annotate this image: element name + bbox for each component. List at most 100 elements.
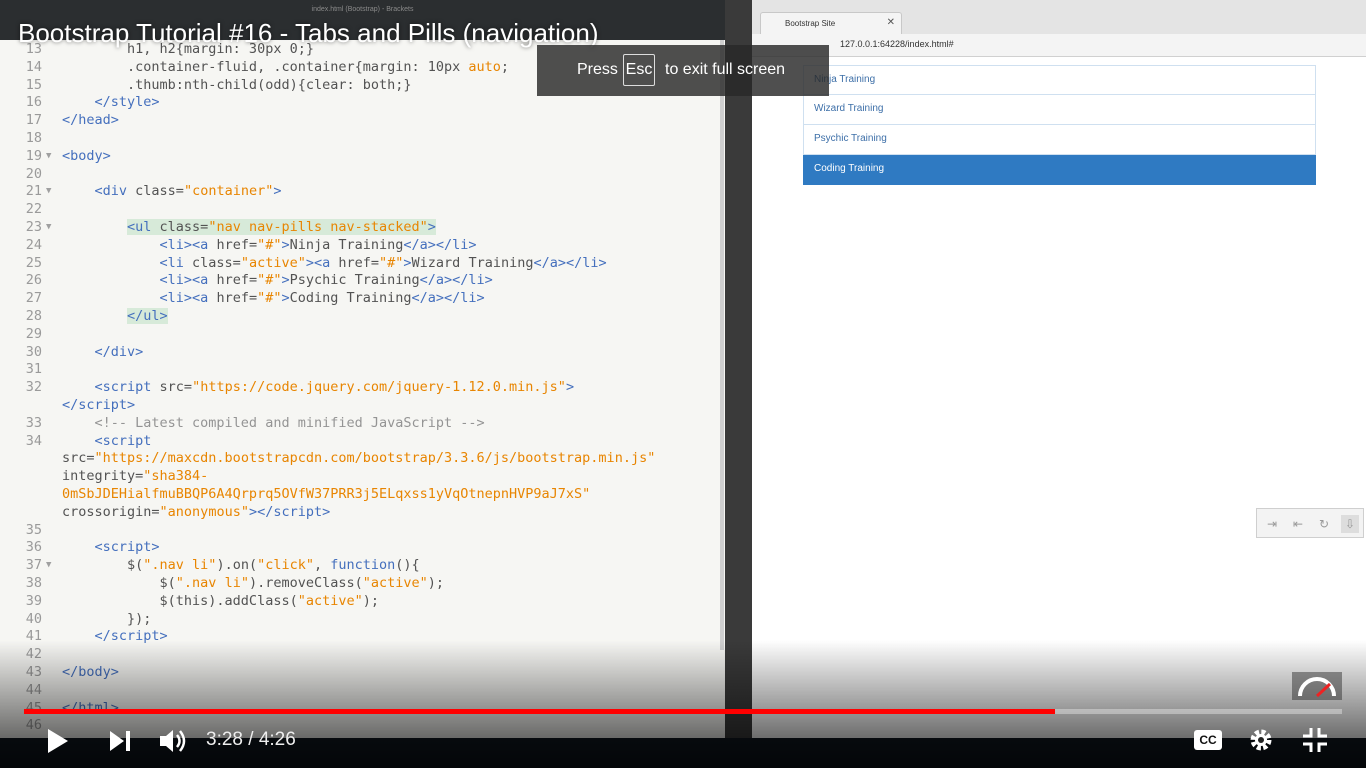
split-vertical-icon[interactable]: ⇤: [1289, 515, 1307, 533]
code-line[interactable]: 37 ▼ $(".nav li").on("click", function(){: [0, 556, 725, 574]
code-text: </ul>: [127, 308, 168, 324]
code-line[interactable]: 34 <script: [0, 432, 725, 450]
fold-toggle-icon[interactable]: ▼: [46, 556, 51, 574]
video-title: Bootstrap Tutorial #16 - Tabs and Pills …: [18, 18, 599, 48]
code-line[interactable]: src="https://maxcdn.bootstrapcdn.com/boo…: [0, 449, 725, 467]
time-display: 3:28 / 4:26: [206, 729, 296, 750]
progress-bar[interactable]: [24, 709, 1342, 714]
next-icon[interactable]: [108, 730, 132, 752]
code-text: <li class="active"><a href="#">Wizard Tr…: [62, 254, 607, 271]
line-number: 25: [25, 254, 42, 271]
code-text: <ul class="nav nav-pills nav-stacked">: [127, 219, 436, 235]
captions-button[interactable]: CC: [1194, 730, 1222, 750]
code-line[interactable]: 35: [0, 521, 725, 539]
fold-toggle-icon[interactable]: ▼: [46, 147, 51, 165]
player-controls: 3:28 / 4:26 CC: [0, 718, 1366, 764]
line-number: 18: [25, 130, 42, 146]
line-number: 21: [25, 183, 42, 200]
code-line[interactable]: 18: [0, 129, 725, 147]
code-line[interactable]: 26 <li><a href="#">Psychic Training</a><…: [0, 271, 725, 289]
code-line[interactable]: 17 </head>: [0, 111, 725, 129]
line-number: 28: [25, 308, 42, 324]
line-number: 14: [25, 58, 42, 75]
code-text: 0mSbJDEHialfmuBBQP6A4Qrprq5OVfW37PRR3j5E…: [62, 486, 591, 502]
code-line[interactable]: 32 <script src="https://code.jquery.com/…: [0, 378, 725, 396]
line-number: 23: [25, 219, 42, 235]
code-text: <li><a href="#">Ninja Training</a></li>: [62, 236, 477, 253]
play-icon[interactable]: [46, 728, 70, 754]
line-number: 38: [25, 575, 42, 591]
address-url[interactable]: 127.0.0.1:64228/index.html#: [840, 39, 954, 49]
code-line[interactable]: 23 ▼ <ul class="nav nav-pills nav-stacked…: [0, 218, 725, 236]
code-text: src="https://maxcdn.bootstrapcdn.com/boo…: [62, 450, 656, 467]
code-line[interactable]: 21 ▼ <div class="container">: [0, 182, 725, 200]
code-line[interactable]: 29: [0, 325, 725, 343]
editor-scrollbar[interactable]: [720, 40, 724, 650]
code-line[interactable]: 28 </ul>: [0, 307, 725, 325]
fold-toggle-icon[interactable]: ▼: [46, 182, 51, 200]
code-line[interactable]: 16 </style>: [0, 93, 725, 111]
code-line[interactable]: </script>: [0, 396, 725, 414]
code-line[interactable]: 27 <li><a href="#">Coding Training</a></…: [0, 289, 725, 307]
nav-pill-item[interactable]: Psychic Training: [803, 125, 1316, 155]
code-text: <li><a href="#">Psychic Training</a></li…: [62, 272, 493, 289]
code-line[interactable]: 40 });: [0, 610, 725, 628]
code-line[interactable]: crossorigin="anonymous"></script>: [0, 503, 725, 521]
code-text: });: [62, 610, 152, 627]
nav-pill-item[interactable]: Wizard Training: [803, 95, 1316, 125]
fullscreen-notice-text: to exit full screen: [665, 61, 786, 78]
progress-played: [24, 709, 1055, 714]
code-text: </div>: [62, 343, 144, 360]
split-horizontal-icon[interactable]: ⇥: [1263, 515, 1281, 533]
line-number: 40: [25, 610, 42, 627]
line-number: 32: [25, 379, 42, 396]
code-line[interactable]: 20: [0, 165, 725, 183]
browser-tab[interactable]: Bootstrap Site ✕: [760, 12, 902, 35]
line-number: 35: [25, 521, 42, 538]
code-line[interactable]: 22: [0, 200, 725, 218]
line-number: 30: [25, 343, 42, 360]
code-line[interactable]: 39 $(this).addClass("active");: [0, 592, 725, 610]
speedometer-icon[interactable]: [1292, 672, 1342, 700]
refresh-icon[interactable]: ↻: [1315, 515, 1333, 533]
code-line[interactable]: 38 $(".nav li").removeClass("active");: [0, 574, 725, 592]
download-icon[interactable]: ⇩: [1341, 515, 1359, 533]
browser-address-bar[interactable]: 127.0.0.1:64228/index.html#: [752, 34, 1366, 57]
code-text: .container-fluid, .container{margin: 10p…: [62, 58, 510, 75]
code-text: $(".nav li").removeClass("active");: [62, 575, 445, 591]
nav-pill-item[interactable]: Ninja Training: [803, 65, 1316, 95]
code-text: <body>: [62, 147, 111, 164]
code-text: <script src="https://code.jquery.com/jqu…: [62, 379, 575, 396]
settings-icon[interactable]: [1248, 727, 1274, 753]
close-icon[interactable]: ✕: [887, 17, 895, 28]
volume-icon[interactable]: [158, 727, 188, 755]
editor-window-title: index.html (Bootstrap) - Brackets: [311, 6, 414, 13]
code-line[interactable]: integrity="sha384-: [0, 467, 725, 485]
code-text: $(this).addClass("active");: [62, 592, 379, 609]
code-line[interactable]: 0mSbJDEHialfmuBBQP6A4Qrprq5OVfW37PRR3j5E…: [0, 485, 725, 503]
line-number: 16: [25, 94, 42, 111]
line-number: 19: [25, 147, 42, 164]
code-text: crossorigin="anonymous"></script>: [62, 503, 331, 520]
code-line[interactable]: 30 </div>: [0, 343, 725, 361]
line-number: 26: [25, 272, 42, 289]
code-text: <script: [62, 432, 152, 449]
code-line[interactable]: 19 ▼ <body>: [0, 147, 725, 165]
code-text: <li><a href="#">Coding Training</a></li>: [62, 290, 485, 307]
line-number: 15: [25, 76, 42, 93]
line-number: 34: [25, 432, 42, 449]
line-number: 33: [25, 414, 42, 431]
code-line[interactable]: 36 <script>: [0, 538, 725, 556]
code-line[interactable]: 31: [0, 360, 725, 378]
line-number: 37: [25, 557, 42, 574]
fullscreen-notice-press: Press: [577, 61, 618, 78]
line-number: 17: [25, 112, 42, 129]
exit-fullscreen-icon[interactable]: [1302, 727, 1328, 753]
code-line[interactable]: 33 <!-- Latest compiled and minified Jav…: [0, 414, 725, 432]
code-line[interactable]: 25 <li class="active"><a href="#">Wizard…: [0, 254, 725, 272]
line-number: 36: [25, 539, 42, 556]
code-line[interactable]: 24 <li><a href="#">Ninja Training</a></l…: [0, 236, 725, 254]
fold-toggle-icon[interactable]: ▼: [46, 218, 51, 236]
nav-pill-item[interactable]: Coding Training: [803, 155, 1316, 185]
code-text: <script>: [62, 539, 160, 556]
